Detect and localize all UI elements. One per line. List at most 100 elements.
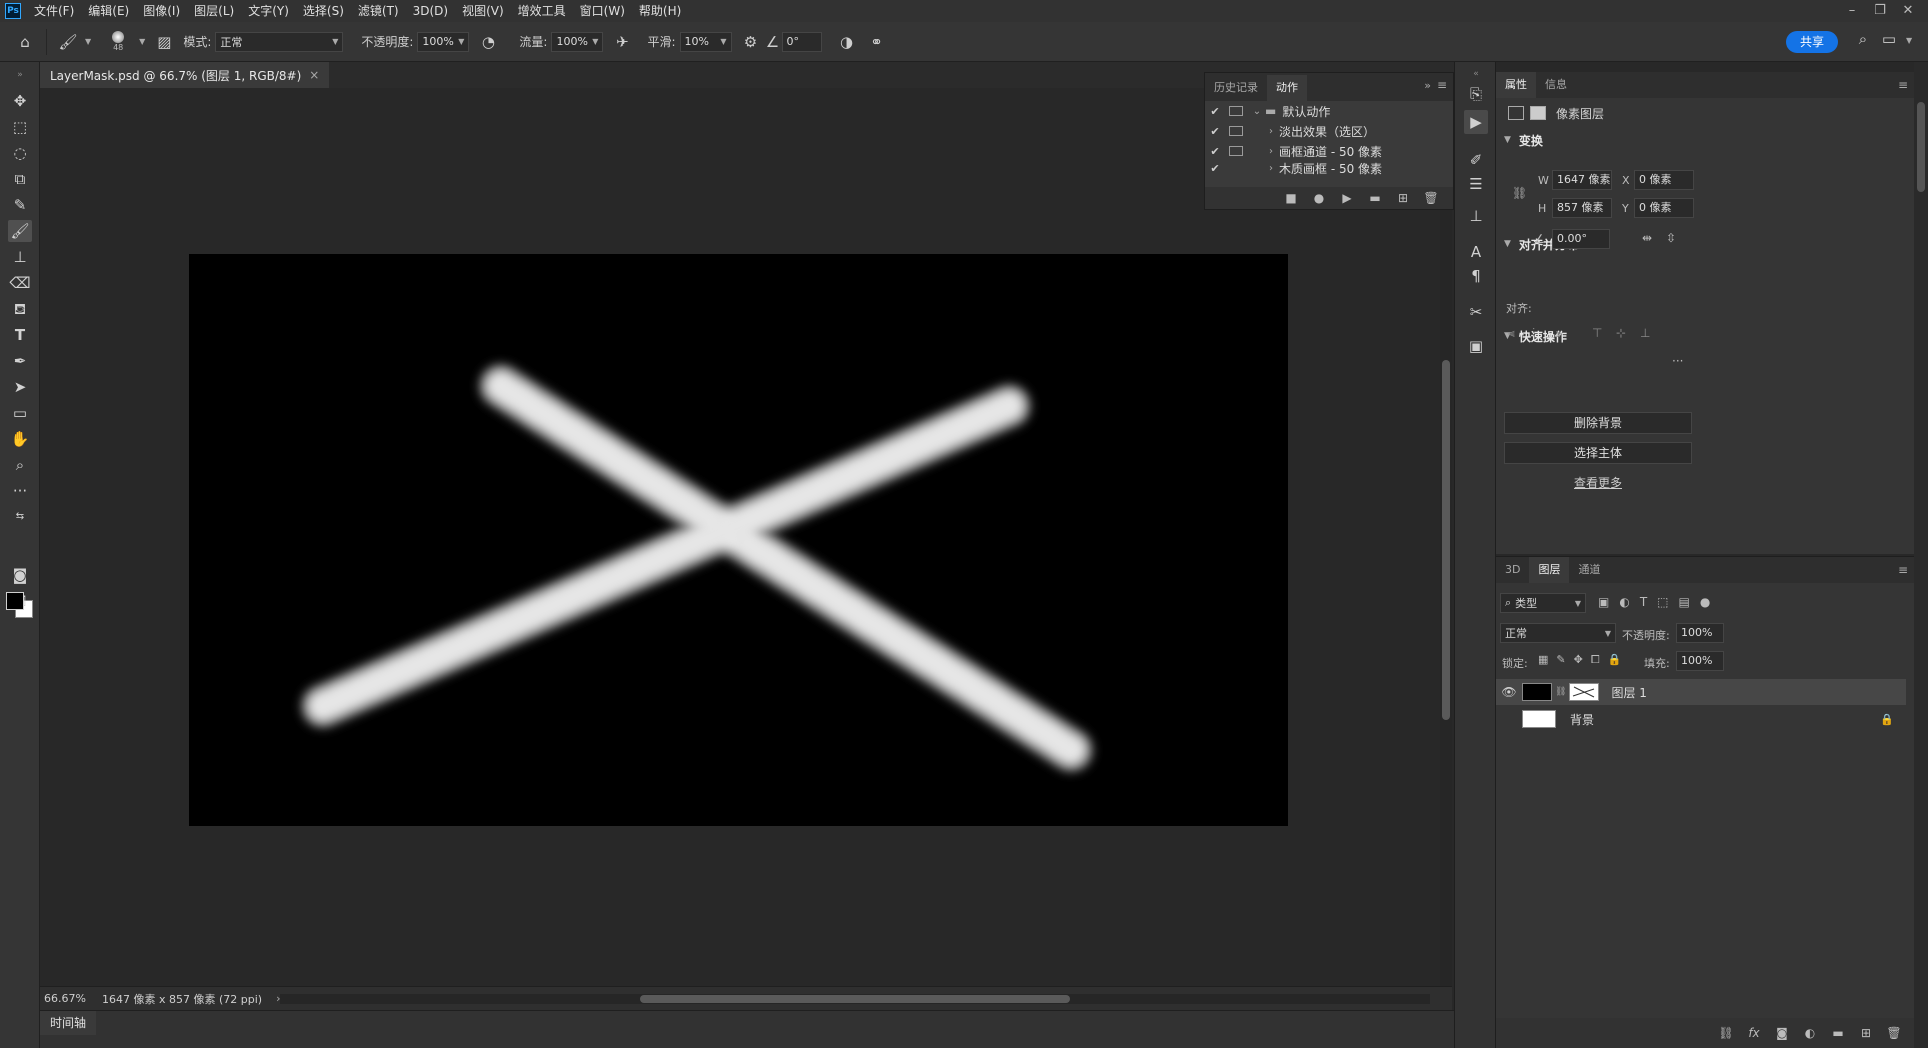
chevron-down-icon[interactable]: ▼ xyxy=(85,37,91,46)
layer-filter-select[interactable]: ⌕ 类型 ▼ xyxy=(1500,593,1586,613)
tab-info[interactable]: 信息 xyxy=(1536,72,1576,98)
check-icon[interactable]: ✔ xyxy=(1205,105,1225,118)
check-icon[interactable]: ✔ xyxy=(1205,162,1225,175)
layer-thumbnail[interactable] xyxy=(1522,710,1556,728)
new-group-icon[interactable]: ▬ xyxy=(1824,1026,1852,1040)
dialog-toggle[interactable] xyxy=(1229,146,1243,156)
fill-field[interactable]: 100% xyxy=(1676,651,1724,671)
check-icon[interactable]: ✔ xyxy=(1205,125,1225,138)
action-set[interactable]: ✔ ⌄ ▬ 默认动作 xyxy=(1205,101,1453,121)
quick-mask-icon[interactable]: ◙ xyxy=(8,564,32,586)
filter-type-icon[interactable]: T xyxy=(1640,595,1647,609)
lock-position-icon[interactable]: ✥ xyxy=(1574,653,1583,667)
menu-layer[interactable]: 图层(L) xyxy=(187,0,241,22)
horizontal-scroll-thumb[interactable] xyxy=(640,995,1070,1003)
chevron-down-icon[interactable]: ▼ xyxy=(1906,30,1912,52)
object-select-tool-icon[interactable]: ⧉ xyxy=(8,168,32,190)
lock-all-icon[interactable]: 🔒 xyxy=(1608,653,1622,667)
minimize-icon[interactable]: – xyxy=(1838,0,1866,22)
new-set-folder-icon[interactable]: ▬ xyxy=(1361,191,1389,205)
select-subject-button[interactable]: 选择主体 xyxy=(1504,442,1692,464)
dialog-toggle[interactable] xyxy=(1229,126,1243,136)
smooth-input[interactable]: 10% ▼ xyxy=(679,31,732,52)
marquee-tool-icon[interactable]: ⬚ xyxy=(8,116,32,138)
mode-select[interactable]: 正常 ▼ xyxy=(215,31,344,52)
align-vcenter-icon[interactable]: ⊹ xyxy=(1616,326,1626,340)
airbrush-icon[interactable]: ✈ xyxy=(609,33,635,51)
brush-preset-icon[interactable]: 🖌 xyxy=(55,33,81,51)
brush-settings-icon[interactable]: ✐ xyxy=(1464,148,1488,172)
adjustment-layer-icon[interactable]: ◐ xyxy=(1796,1026,1824,1040)
layer-row[interactable]: 👁 背景 🔒 xyxy=(1496,706,1906,732)
link-icon[interactable]: ⛓ xyxy=(1555,687,1566,697)
new-layer-icon[interactable]: ⊞ xyxy=(1852,1026,1880,1040)
menu-plugins[interactable]: 增效工具 xyxy=(511,0,573,22)
action-item[interactable]: ✔ › 木质画框 - 50 像素 xyxy=(1205,161,1453,176)
tab-timeline[interactable]: 时间轴 xyxy=(40,1011,97,1035)
chevron-down-icon[interactable]: ⌄ xyxy=(1249,106,1265,117)
layer-row[interactable]: 👁 ⛓ 图层 1 xyxy=(1496,679,1906,705)
height-field[interactable]: 857 像素 xyxy=(1552,198,1612,218)
tool-presets-icon[interactable]: ✂ xyxy=(1464,300,1488,324)
action-item[interactable]: ✔ › 淡出效果（选区） xyxy=(1205,121,1453,141)
brush-settings-icon[interactable]: ▨ xyxy=(151,33,177,51)
panel-menu-icon[interactable]: ≡ xyxy=(1898,563,1908,577)
document-canvas[interactable] xyxy=(189,254,1288,826)
collapse-icon[interactable]: » xyxy=(8,64,32,86)
vertical-scroll-thumb[interactable] xyxy=(1442,360,1450,720)
rotation-field[interactable]: 0.00° xyxy=(1552,229,1610,249)
layer-opacity-field[interactable]: 100% xyxy=(1676,623,1724,643)
libraries-icon[interactable]: ▣ xyxy=(1464,334,1488,358)
brush-size-picker[interactable]: 48 xyxy=(101,31,135,52)
stop-icon[interactable]: ■ xyxy=(1277,191,1305,205)
remove-background-button[interactable]: 删除背景 xyxy=(1504,412,1692,434)
trash-icon[interactable]: 🗑 xyxy=(1417,191,1445,205)
adjustments-icon[interactable]: ☰ xyxy=(1464,172,1488,196)
align-bottom-icon[interactable]: ⊥ xyxy=(1640,326,1650,340)
expand-panel-icon[interactable]: » xyxy=(1424,79,1431,92)
symmetry-icon[interactable]: ⚭ xyxy=(864,33,890,51)
paragraph-icon[interactable]: ¶ xyxy=(1464,264,1488,288)
menu-window[interactable]: 窗口(W) xyxy=(573,0,632,22)
tab-actions[interactable]: 动作 xyxy=(1267,75,1307,101)
chevron-down-icon[interactable]: ▼ xyxy=(139,37,145,46)
right-scroll-thumb[interactable] xyxy=(1917,102,1925,192)
tab-channels[interactable]: 通道 xyxy=(1569,557,1609,583)
close-icon[interactable]: × xyxy=(309,68,319,82)
lock-transparent-icon[interactable]: ▦ xyxy=(1538,653,1548,667)
brush-angle-input[interactable]: 0° xyxy=(781,31,822,52)
restore-icon[interactable]: ❐ xyxy=(1866,0,1894,22)
document-tab[interactable]: LayerMask.psd @ 66.7% (图层 1, RGB/8#) × xyxy=(40,62,330,88)
chevron-right-icon[interactable]: › xyxy=(1263,126,1279,137)
menu-select[interactable]: 选择(S) xyxy=(296,0,351,22)
check-icon[interactable]: ✔ xyxy=(1205,145,1225,158)
filter-shape-icon[interactable]: ⬚ xyxy=(1657,595,1668,609)
menu-type[interactable]: 文字(Y) xyxy=(241,0,296,22)
x-field[interactable]: 0 像素 xyxy=(1634,170,1694,190)
link-icon[interactable]: ⛓ xyxy=(1512,186,1527,200)
add-mask-icon[interactable]: ◙ xyxy=(1768,1026,1796,1040)
menu-3d[interactable]: 3D(D) xyxy=(406,0,455,22)
tab-history[interactable]: 历史记录 xyxy=(1205,75,1267,101)
lasso-tool-icon[interactable]: ◌ xyxy=(8,142,32,164)
lock-image-icon[interactable]: ✎ xyxy=(1556,653,1565,667)
see-more-link[interactable]: 查看更多 xyxy=(1504,474,1692,491)
width-field[interactable]: 1647 像素 xyxy=(1552,170,1612,190)
align-hcenter-icon[interactable]: ⫶ xyxy=(1532,326,1535,341)
clone-source-icon[interactable]: ⊥ xyxy=(1464,204,1488,228)
right-scrollbar[interactable] xyxy=(1914,62,1928,1048)
paint-bucket-tool-icon[interactable]: ⛾ xyxy=(8,298,32,320)
pressure-size-icon[interactable]: ◑ xyxy=(834,33,860,51)
foreground-color-swatch[interactable] xyxy=(6,592,24,610)
link-layers-icon[interactable]: ⛓ xyxy=(1712,1026,1740,1040)
brush-tool-icon[interactable]: 🖌 xyxy=(8,220,32,242)
menu-help[interactable]: 帮助(H) xyxy=(632,0,688,22)
layer-mask-thumbnail[interactable] xyxy=(1569,683,1600,701)
align-right-icon[interactable]: ⫸ xyxy=(1556,326,1563,341)
move-tool-icon[interactable]: ✥ xyxy=(8,90,32,112)
align-left-icon[interactable]: ⫷ xyxy=(1508,326,1515,341)
mask-icon[interactable] xyxy=(1530,106,1546,120)
y-field[interactable]: 0 像素 xyxy=(1634,198,1694,218)
path-select-tool-icon[interactable]: ➤ xyxy=(8,376,32,398)
canvas-area[interactable] xyxy=(40,88,1438,986)
